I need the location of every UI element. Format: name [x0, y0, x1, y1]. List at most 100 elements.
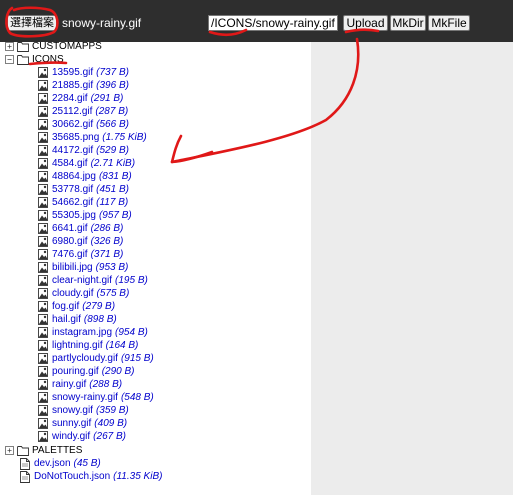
tree-file[interactable]: 35685.png (1.75 KiB): [38, 131, 147, 144]
file-name-link[interactable]: dev.json: [34, 458, 71, 469]
file-name-link[interactable]: snowy-rainy.gif: [52, 392, 118, 403]
image-file-icon: [38, 132, 48, 143]
file-size: (915 B): [120, 353, 154, 364]
file-name-link[interactable]: DoNotTouch.json: [34, 471, 110, 482]
image-file-icon: [38, 366, 48, 377]
tree-file[interactable]: 6980.gif (326 B): [38, 235, 123, 248]
mkfile-button[interactable]: MkFile: [428, 15, 470, 31]
image-file-icon: [38, 340, 48, 351]
minus-icon[interactable]: −: [5, 55, 14, 64]
tree-file[interactable]: partlycloudy.gif (915 B): [38, 352, 154, 365]
file-name-link[interactable]: 2284.gif: [52, 93, 88, 104]
tree-file[interactable]: snowy.gif (359 B): [38, 404, 129, 417]
tree-file[interactable]: 44172.gif (529 B): [38, 144, 129, 157]
file-name-link[interactable]: 7476.gif: [52, 249, 88, 260]
file-size: (117 B): [96, 197, 129, 208]
tree-file[interactable]: 4584.gif (2.71 KiB): [38, 157, 135, 170]
tree-file[interactable]: 30662.gif (566 B): [38, 118, 129, 131]
file-name-link[interactable]: 48864.jpg: [52, 171, 96, 182]
tree-folder-customapps[interactable]: + CUSTOMAPPS: [5, 40, 102, 53]
editor-panel: [311, 42, 513, 495]
tree-file[interactable]: 48864.jpg (831 B): [38, 170, 132, 183]
top-toolbar: 選擇檔案 snowy-rainy.gif Upload MkDir MkFile: [0, 0, 513, 42]
image-file-icon: [38, 93, 48, 104]
file-name-link[interactable]: 54662.gif: [52, 197, 93, 208]
tree-file[interactable]: 6641.gif (286 B): [38, 222, 123, 235]
tree-file[interactable]: clear-night.gif (195 B): [38, 274, 148, 287]
annotation-arrow-head: [170, 134, 214, 164]
file-name-link[interactable]: 25112.gif: [52, 106, 92, 117]
tree-file[interactable]: 55305.jpg (957 B): [38, 209, 132, 222]
file-size: (953 B): [95, 262, 129, 273]
image-file-icon: [38, 431, 48, 442]
tree-file[interactable]: rainy.gif (288 B): [38, 378, 122, 391]
tree-file[interactable]: cloudy.gif (575 B): [38, 287, 129, 300]
upload-path-input[interactable]: [208, 15, 338, 31]
image-file-icon: [38, 197, 48, 208]
image-file-icon: [38, 392, 48, 403]
file-size: (831 B): [98, 171, 132, 182]
tree-file[interactable]: 54662.gif (117 B): [38, 196, 128, 209]
file-name-link[interactable]: 30662.gif: [52, 119, 93, 130]
document-file-icon: [20, 470, 30, 483]
tree-file[interactable]: snowy-rainy.gif (548 B): [38, 391, 154, 404]
file-name-link[interactable]: bilibili.jpg: [52, 262, 93, 273]
tree-file[interactable]: 25112.gif (287 B): [38, 105, 128, 118]
file-size: (954 B): [115, 327, 148, 338]
file-name-link[interactable]: windy.gif: [52, 431, 90, 442]
tree-file[interactable]: DoNotTouch.json (11.35 KiB): [20, 470, 162, 483]
tree-file[interactable]: hail.gif (898 B): [38, 313, 117, 326]
tree-file[interactable]: pouring.gif (290 B): [38, 365, 135, 378]
file-name-link[interactable]: partlycloudy.gif: [52, 353, 118, 364]
image-file-icon: [38, 379, 48, 390]
file-name-link[interactable]: instagram.jpg: [52, 327, 112, 338]
file-name-link[interactable]: clear-night.gif: [52, 275, 112, 286]
image-file-icon: [38, 262, 48, 273]
image-file-icon: [38, 418, 48, 429]
tree-file[interactable]: sunny.gif (409 B): [38, 417, 127, 430]
tree-file[interactable]: instagram.jpg (954 B): [38, 326, 148, 339]
tree-file[interactable]: 2284.gif (291 B): [38, 92, 123, 105]
tree-file[interactable]: 13595.gif (737 B): [38, 66, 129, 79]
tree-file[interactable]: windy.gif (267 B): [38, 430, 126, 443]
plus-icon[interactable]: +: [5, 42, 14, 51]
file-name-link[interactable]: 13595.gif: [52, 67, 93, 78]
mkdir-button[interactable]: MkDir: [390, 15, 426, 31]
tree-file[interactable]: dev.json (45 B): [20, 457, 101, 470]
file-name-link[interactable]: 44172.gif: [52, 145, 93, 156]
file-name-link[interactable]: pouring.gif: [52, 366, 99, 377]
image-file-icon: [38, 106, 48, 117]
file-name-link[interactable]: 6980.gif: [52, 236, 88, 247]
tree-file[interactable]: 7476.gif (371 B): [38, 248, 123, 261]
file-name-link[interactable]: hail.gif: [52, 314, 81, 325]
file-size: (566 B): [96, 119, 129, 130]
tree-folder-palettes[interactable]: + PALETTES: [5, 444, 82, 457]
tree-file[interactable]: 53778.gif (451 B): [38, 183, 129, 196]
file-size: (287 B): [95, 106, 129, 117]
tree-file[interactable]: fog.gif (279 B): [38, 300, 115, 313]
file-name-link[interactable]: fog.gif: [52, 301, 79, 312]
file-size: (2.71 KiB): [90, 158, 136, 169]
file-size: (409 B): [94, 418, 128, 429]
choose-file-button[interactable]: 選擇檔案: [7, 15, 57, 31]
file-name-link[interactable]: 35685.png: [52, 132, 99, 143]
file-name-link[interactable]: sunny.gif: [52, 418, 91, 429]
tree-file[interactable]: bilibili.jpg (953 B): [38, 261, 128, 274]
file-name-link[interactable]: cloudy.gif: [52, 288, 94, 299]
file-name-link[interactable]: lightning.gif: [52, 340, 103, 351]
file-name-link[interactable]: rainy.gif: [52, 379, 86, 390]
image-file-icon: [38, 223, 48, 234]
file-size: (326 B): [90, 236, 124, 247]
file-name-link[interactable]: 55305.jpg: [52, 210, 96, 221]
image-file-icon: [38, 301, 48, 312]
file-name-link[interactable]: 53778.gif: [52, 184, 93, 195]
file-name-link[interactable]: snowy.gif: [52, 405, 93, 416]
file-name-link[interactable]: 4584.gif: [52, 158, 88, 169]
tree-folder-icons[interactable]: − ICONS: [5, 53, 64, 66]
file-name-link[interactable]: 21885.gif: [52, 80, 93, 91]
plus-icon[interactable]: +: [5, 446, 14, 455]
tree-file[interactable]: 21885.gif (396 B): [38, 79, 129, 92]
file-name-link[interactable]: 6641.gif: [52, 223, 88, 234]
upload-button[interactable]: Upload: [343, 15, 388, 31]
tree-file[interactable]: lightning.gif (164 B): [38, 339, 138, 352]
